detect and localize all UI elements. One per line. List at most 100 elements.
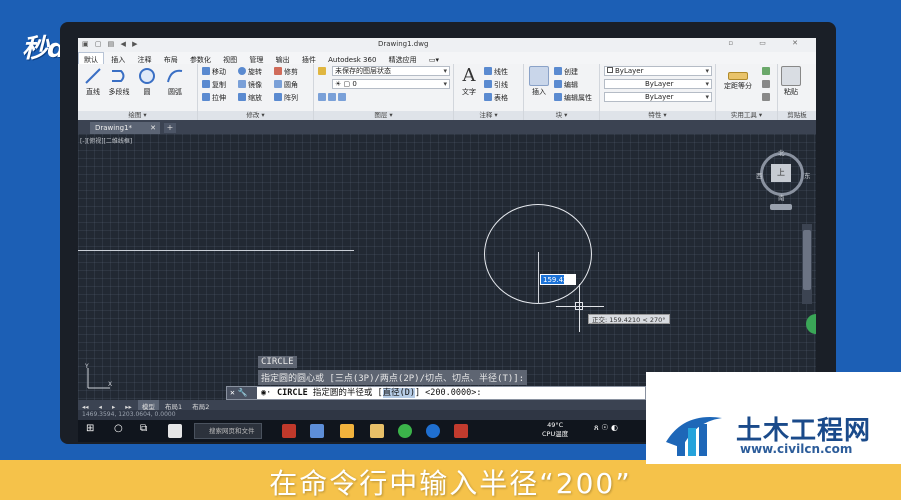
floating-helper-button[interactable] [806,314,816,334]
line-label: 直线 [86,88,100,96]
window-controls[interactable]: ▫ ▭ ✕ [728,39,810,47]
stretch-tool[interactable]: 拉伸 [202,92,226,104]
app-icon[interactable] [282,424,296,438]
move-tool[interactable]: 移动 [202,66,226,78]
linetype-dropdown[interactable]: ByLayer [604,79,712,89]
paste-icon [781,66,801,86]
linear-dim-tool[interactable]: 线性 [484,66,508,78]
insert-tool[interactable]: 插入 [526,66,552,97]
polyline-tool[interactable]: 多段线 [106,66,132,97]
rotate-tool[interactable]: 旋转 [238,66,262,78]
tray-icons[interactable]: ጸ ☉ ◐ [594,423,618,433]
layer-state-dropdown[interactable]: 未保存的图层状态 [332,66,450,76]
fillet-icon [274,80,282,88]
viewport-controls[interactable]: [-][俯视][二维线框] [80,136,132,145]
command-input[interactable]: CIRCLE 指定圆的半径或 [直径(D)] <200.0000>: [277,387,481,399]
windows-start-icon[interactable]: ⊞ [86,423,94,434]
app-icon[interactable] [168,424,182,438]
lineweight-dropdown[interactable]: ByLayer [604,92,712,102]
utility-tool-3[interactable] [762,92,772,104]
layer-properties-tool[interactable] [318,66,328,78]
polar-tracking-tooltip: 正交: 159.4210 < 270° [588,314,670,324]
command-line[interactable]: ✕🔧 ◉· CIRCLE 指定圆的半径或 [直径(D)] <200.0000>: [226,386,646,400]
leader-label: 引线 [494,81,508,89]
dynamic-input-box [564,274,576,285]
measure-tool[interactable]: 定距等分 [720,66,756,91]
leader-tool[interactable]: 引线 [484,79,508,91]
trim-label: 修剪 [284,68,298,76]
wechat-icon[interactable] [398,424,412,438]
autocad-taskbar-icon[interactable] [454,424,468,438]
linear-label: 线性 [494,68,508,76]
panel-utilities: 定距等分 实用工具 ▾ [716,64,778,120]
cortana-icon[interactable]: ○ [114,423,123,434]
close-icon[interactable]: ✕ [150,124,156,132]
tab-model[interactable]: 模型 [137,400,159,411]
stretch-icon [202,93,210,101]
viewcube-east[interactable]: 东 [804,170,811,180]
tab-layout2[interactable]: 布局2 [188,400,213,411]
panel-draw-title[interactable]: 绘图 ▾ [78,111,197,120]
wcs-menu-button[interactable] [770,204,792,210]
app-icon[interactable] [310,424,324,438]
edit-attributes-tool[interactable]: 编辑属性 [554,92,592,104]
create-block-tool[interactable]: 创建 [554,66,578,78]
fillet-tool[interactable]: 圆角 [274,79,298,91]
copy-tool[interactable]: 复制 [202,79,226,91]
viewcube-top-face[interactable]: 上 [771,164,791,182]
panel-layer-title[interactable]: 图层 ▾ [314,111,453,120]
watermark-url: www.civilcn.com [740,442,853,456]
table-tool[interactable]: 表格 [484,92,508,104]
quick-access-toolbar[interactable]: ▣ ▢ ▤ ◀ ▶ [82,40,140,48]
tab-layout1[interactable]: 布局1 [161,400,186,411]
utility-tool-2[interactable] [762,79,772,91]
svg-text:X: X [108,381,112,388]
arc-tool[interactable]: 圆弧 [162,66,188,97]
panel-utilities-title[interactable]: 实用工具 ▾ [716,111,777,120]
panel-properties-title[interactable]: 特性 ▾ [600,111,715,120]
panel-clipboard-title[interactable]: 剪贴板 [778,111,816,120]
text-tool[interactable]: A 文字 [456,66,482,97]
layer-tools-row[interactable] [318,92,348,104]
command-name: CIRCLE [277,388,308,398]
edit-block-tool[interactable]: 编辑 [554,79,578,91]
line-tool[interactable]: 直线 [80,66,106,97]
polyline-icon [112,70,125,82]
layer-tool-icon [318,93,326,101]
tab-default[interactable]: 默认 [78,52,104,64]
file-tab-bar: Drawing1* ✕ + [78,120,816,134]
app-icon[interactable] [340,424,354,438]
diameter-option[interactable]: 直径(D) [382,388,415,398]
new-tab-button[interactable]: + [164,123,176,133]
viewcube-west[interactable]: 西 [756,170,763,180]
table-icon [484,93,492,101]
svg-text:Y: Y [84,363,89,370]
command-line-tools[interactable]: ✕🔧 [227,387,257,399]
task-view-icon[interactable]: ⧉ [140,423,147,434]
trim-tool[interactable]: 修剪 [274,66,298,78]
paste-tool[interactable]: 粘贴 [778,66,804,97]
panel-annotation-title[interactable]: 注释 ▾ [454,111,523,120]
scale-tool[interactable]: 缩放 [238,92,262,104]
utility-tool-1[interactable] [762,66,772,78]
array-label: 阵列 [284,94,298,102]
layer-tool-icon [338,93,346,101]
array-tool[interactable]: 阵列 [274,92,298,104]
create-label: 创建 [564,68,578,76]
mirror-tool[interactable]: 镜像 [238,79,262,91]
lightbulb-icon: ☀ ▢ [335,80,353,88]
viewcube-south[interactable]: 南 [778,192,785,202]
viewcube-north[interactable]: 北 [778,147,785,157]
folder-icon[interactable] [370,424,384,438]
taskbar-search[interactable]: 搜索网页和文件 [194,423,262,439]
current-layer-dropdown[interactable]: ☀ ▢ 0 [332,79,450,89]
browser-icon[interactable] [426,424,440,438]
file-tab-drawing1[interactable]: Drawing1* ✕ [90,122,160,134]
circle-tool[interactable]: 圆 [134,66,160,97]
panel-modify-title[interactable]: 修改 ▾ [198,111,313,120]
color-dropdown[interactable]: ByLayer [604,66,712,76]
utility-icon [762,80,770,88]
panel-block-title[interactable]: 块 ▾ [524,111,599,120]
navigation-bar-thumb[interactable] [803,230,811,290]
measure-label: 定距等分 [724,82,752,90]
